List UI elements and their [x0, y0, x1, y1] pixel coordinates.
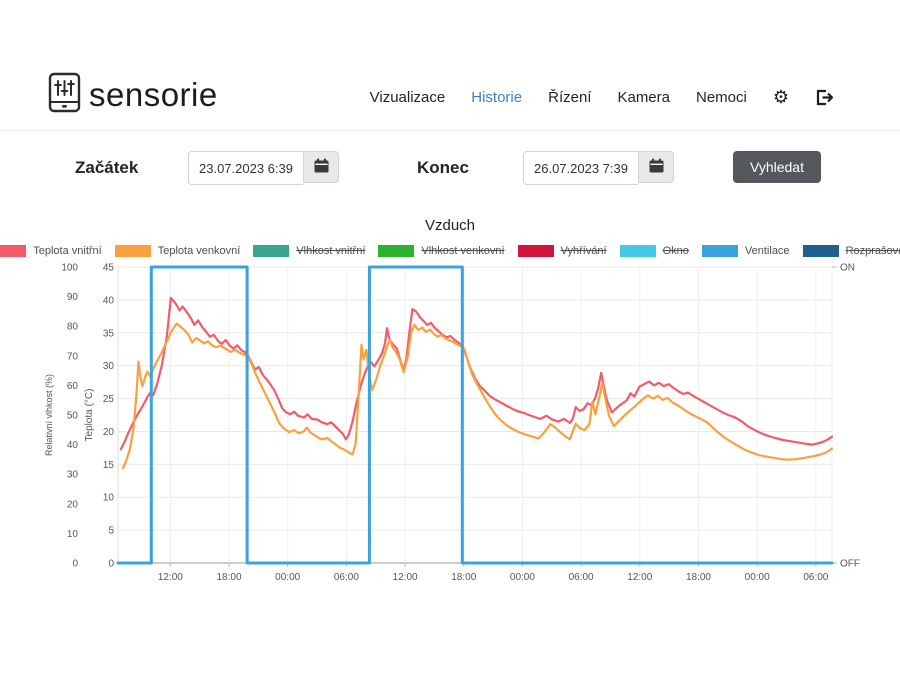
- svg-text:18:00: 18:00: [216, 572, 241, 583]
- settings-gear-icon[interactable]: ⚙: [773, 88, 789, 106]
- svg-text:50: 50: [67, 411, 79, 422]
- svg-text:06:00: 06:00: [803, 572, 828, 583]
- svg-text:30: 30: [67, 470, 79, 481]
- svg-text:10: 10: [67, 529, 79, 540]
- svg-text:OFF: OFF: [840, 559, 860, 570]
- svg-text:18:00: 18:00: [451, 572, 476, 583]
- svg-text:12:00: 12:00: [158, 572, 183, 583]
- svg-text:Teplota (°C): Teplota (°C): [84, 389, 95, 442]
- chart-canvas: 0 10 20 30 40 50 60 70 80 90 100 0 5 10 15 20 25 30 35 40 45…: [40, 240, 860, 595]
- chart-title: Vzduch: [0, 217, 900, 234]
- svg-text:70: 70: [67, 351, 79, 362]
- svg-text:45: 45: [103, 263, 115, 274]
- nav-item-nemoci[interactable]: Nemoci: [696, 89, 747, 106]
- svg-text:06:00: 06:00: [569, 572, 594, 583]
- svg-text:5: 5: [108, 526, 114, 537]
- svg-text:00:00: 00:00: [510, 572, 535, 583]
- svg-text:40: 40: [103, 295, 115, 306]
- search-button[interactable]: Vyhledat: [733, 151, 821, 183]
- svg-text:12:00: 12:00: [627, 572, 652, 583]
- end-calendar-button[interactable]: [638, 151, 674, 183]
- nav-item-historie[interactable]: Historie: [471, 89, 522, 106]
- svg-text:00:00: 00:00: [275, 572, 300, 583]
- svg-text:18:00: 18:00: [686, 572, 711, 583]
- svg-text:10: 10: [103, 493, 115, 504]
- sensorie-tablet-icon: [48, 72, 81, 118]
- svg-text:06:00: 06:00: [334, 572, 359, 583]
- calendar-icon: [314, 158, 329, 176]
- svg-text:00:00: 00:00: [745, 572, 770, 583]
- nav-item-rizeni[interactable]: Řízení: [548, 89, 591, 106]
- svg-text:60: 60: [67, 381, 79, 392]
- end-date-label: Konec: [417, 158, 469, 178]
- end-date-group: [523, 151, 674, 183]
- start-date-input[interactable]: [188, 151, 303, 185]
- svg-text:40: 40: [67, 440, 79, 451]
- svg-text:100: 100: [61, 263, 78, 274]
- svg-text:12:00: 12:00: [393, 572, 418, 583]
- svg-text:15: 15: [103, 460, 115, 471]
- logout-icon[interactable]: [815, 89, 834, 106]
- calendar-icon: [649, 158, 664, 176]
- brand-name: sensorie: [89, 76, 218, 114]
- svg-text:0: 0: [108, 559, 114, 570]
- svg-text:35: 35: [103, 328, 115, 339]
- svg-text:Relativní vlhkost (%): Relativní vlhkost (%): [44, 374, 54, 456]
- start-date-group: [188, 151, 339, 183]
- nav-item-kamera[interactable]: Kamera: [617, 89, 670, 106]
- end-date-input[interactable]: [523, 151, 638, 185]
- svg-text:25: 25: [103, 394, 115, 405]
- svg-text:90: 90: [67, 292, 79, 303]
- svg-text:20: 20: [67, 499, 79, 510]
- brand-logo[interactable]: sensorie: [48, 72, 218, 118]
- start-calendar-button[interactable]: [303, 151, 339, 183]
- start-date-label: Začátek: [75, 158, 138, 178]
- svg-text:ON: ON: [840, 263, 855, 274]
- svg-text:80: 80: [67, 322, 79, 333]
- nav-item-vizualizace[interactable]: Vizualizace: [370, 89, 446, 106]
- app-header: sensorie Vizualizace Historie Řízení Kamera…: [0, 0, 900, 131]
- legend-swatch: [0, 245, 26, 257]
- svg-text:0: 0: [72, 559, 78, 570]
- main-nav: Vizualizace Historie Řízení Kamera Nemoci ⚙: [370, 88, 834, 106]
- svg-text:20: 20: [103, 427, 115, 438]
- svg-text:30: 30: [103, 361, 115, 372]
